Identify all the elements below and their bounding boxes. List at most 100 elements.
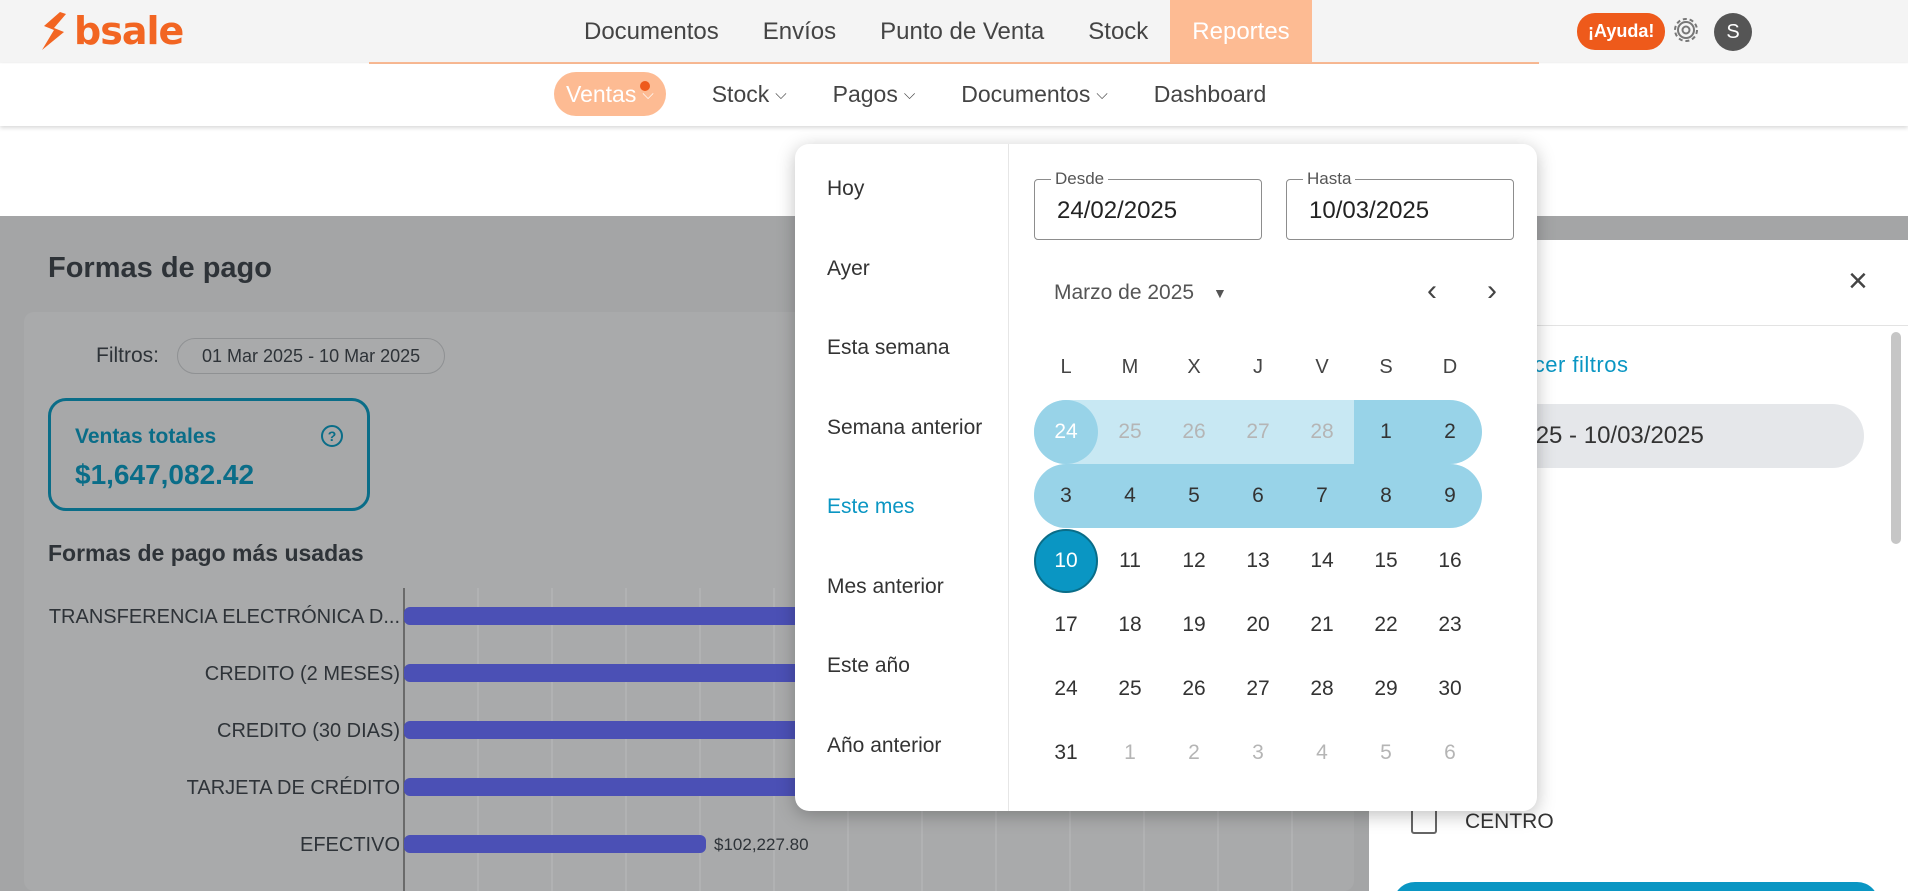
preset-este-mes[interactable]: Este mes: [827, 495, 915, 519]
reset-filters-link[interactable]: ecer filtros: [1521, 352, 1628, 378]
calendar-day[interactable]: 21: [1290, 593, 1354, 657]
centro-checkbox[interactable]: [1411, 808, 1437, 834]
brand-name: bsale: [74, 9, 184, 53]
kpi-value: $1,647,082.42: [75, 459, 255, 490]
subnav-dashboard-label: Dashboard: [1153, 80, 1267, 107]
chart-bar[interactable]: [404, 607, 804, 625]
calendar-day[interactable]: 28: [1290, 400, 1354, 464]
date-range-picker: Hoy Ayer Esta semana Semana anterior Est…: [795, 144, 1537, 811]
calendar-day[interactable]: 6: [1418, 721, 1482, 785]
chevron-left-icon[interactable]: ‹: [1427, 274, 1437, 308]
apply-filters-button[interactable]: [1393, 882, 1879, 891]
nav-reportes[interactable]: Reportes: [1170, 0, 1312, 63]
chart-title: Formas de pago más usadas: [48, 540, 364, 566]
calendar-day[interactable]: 22: [1354, 593, 1418, 657]
calendar-day[interactable]: 27: [1226, 400, 1290, 464]
filters-label: Filtros:: [96, 344, 159, 367]
calendar-day[interactable]: 8: [1354, 464, 1418, 528]
subnav-documentos[interactable]: Documentos ⌵: [961, 72, 1108, 116]
calendar-day[interactable]: 30: [1418, 657, 1482, 721]
subnav-dashboard[interactable]: Dashboard: [1154, 72, 1267, 116]
calendar-day[interactable]: 7: [1290, 464, 1354, 528]
chart-bar[interactable]: [404, 721, 804, 739]
preset-mes-anterior[interactable]: Mes anterior: [827, 575, 944, 599]
nav-punto-de-venta[interactable]: Punto de Venta: [858, 0, 1066, 63]
calendar-day[interactable]: 18: [1098, 593, 1162, 657]
subnav-pagos[interactable]: Pagos ⌵: [833, 72, 916, 116]
month-selector[interactable]: Marzo de 2025: [1054, 281, 1194, 305]
calendar-day[interactable]: 1: [1098, 721, 1162, 785]
nav-documentos[interactable]: Documentos: [562, 0, 741, 63]
calendar-day[interactable]: 3: [1226, 721, 1290, 785]
calendar-day[interactable]: 31: [1034, 721, 1098, 785]
chart-data-label: $102,227.80: [714, 835, 809, 854]
calendar-day[interactable]: 26: [1162, 657, 1226, 721]
calendar-day[interactable]: 2: [1162, 721, 1226, 785]
chart-category-label: TRANSFERENCIA ELECTRÓNICA D...: [49, 605, 400, 628]
calendar-day[interactable]: 17: [1034, 593, 1098, 657]
calendar-day[interactable]: 27: [1226, 657, 1290, 721]
scrollbar-thumb[interactable]: [1891, 332, 1901, 544]
calendar-day[interactable]: 4: [1098, 464, 1162, 528]
help-button[interactable]: ¡Ayuda!: [1577, 13, 1666, 50]
scrollbar[interactable]: [1888, 332, 1904, 847]
calendar-day[interactable]: 29: [1354, 657, 1418, 721]
weekday-header: V: [1315, 356, 1329, 378]
calendar-day[interactable]: 23: [1418, 593, 1482, 657]
calendar-day[interactable]: 9: [1418, 464, 1482, 528]
nav-stock[interactable]: Stock: [1066, 0, 1170, 63]
calendar-day[interactable]: 24: [1034, 400, 1098, 464]
calendar-day[interactable]: 4: [1290, 721, 1354, 785]
calendar-day[interactable]: 13: [1226, 529, 1290, 593]
calendar-day[interactable]: 10: [1034, 529, 1098, 593]
weekday-header: L: [1060, 356, 1072, 378]
help-icon[interactable]: ?: [321, 425, 343, 447]
gear-icon[interactable]: [1669, 13, 1703, 47]
calendar-day[interactable]: 1: [1354, 400, 1418, 464]
kpi-label: Ventas totales: [75, 425, 217, 448]
calendar-day[interactable]: 26: [1162, 400, 1226, 464]
calendar-day[interactable]: 25: [1098, 400, 1162, 464]
chevron-right-icon[interactable]: ›: [1487, 274, 1497, 308]
filter-chip[interactable]: 01 Mar 2025 - 10 Mar 2025: [177, 338, 446, 374]
calendar-day[interactable]: 11: [1098, 529, 1162, 593]
calendar-day[interactable]: 16: [1418, 529, 1482, 593]
calendar-day[interactable]: 5: [1354, 721, 1418, 785]
chart-bar[interactable]: [404, 778, 804, 796]
calendar-day[interactable]: 2: [1418, 400, 1482, 464]
calendar-day[interactable]: 15: [1354, 529, 1418, 593]
chart-bar[interactable]: [404, 664, 804, 682]
kpi-total-sales: Ventas totales ? $1,647,082.42: [48, 398, 370, 511]
avatar[interactable]: S: [1714, 13, 1752, 51]
bsale-logo[interactable]: bsale: [38, 9, 184, 53]
nav-envios[interactable]: Envíos: [741, 0, 858, 63]
preset-ano-anterior[interactable]: Año anterior: [827, 734, 941, 758]
subnav-ventas[interactable]: Ventas ⌵: [554, 72, 666, 116]
calendar-day[interactable]: 6: [1226, 464, 1290, 528]
calendar-day[interactable]: 5: [1162, 464, 1226, 528]
preset-ayer[interactable]: Ayer: [827, 257, 870, 281]
preset-esta-semana[interactable]: Esta semana: [827, 336, 950, 360]
calendar-day[interactable]: 12: [1162, 529, 1226, 593]
calendar-day[interactable]: 24: [1034, 657, 1098, 721]
calendar-day[interactable]: 20: [1226, 593, 1290, 657]
calendar-day[interactable]: 25: [1098, 657, 1162, 721]
preset-hoy[interactable]: Hoy: [827, 177, 864, 201]
main-nav: Documentos Envíos Punto de Venta Stock R…: [562, 0, 1312, 63]
date-to-field[interactable]: Hasta 10/03/2025: [1286, 169, 1514, 240]
calendar-day[interactable]: 28: [1290, 657, 1354, 721]
date-range-field[interactable]: 2025 - 10/03/2025: [1489, 404, 1864, 468]
preset-este-ano[interactable]: Este año: [827, 654, 910, 678]
caret-down-icon[interactable]: ▼: [1213, 285, 1227, 301]
subnav-stock[interactable]: Stock ⌵: [712, 72, 787, 116]
preset-semana-anterior[interactable]: Semana anterior: [827, 416, 982, 440]
close-icon[interactable]: ×: [1848, 262, 1868, 301]
chart-bar[interactable]: [404, 835, 706, 853]
chevron-down-icon: ⌵: [903, 85, 916, 103]
preset-list: Hoy Ayer Esta semana Semana anterior Est…: [795, 144, 1009, 811]
date-from-field[interactable]: Desde 24/02/2025: [1034, 169, 1262, 240]
calendar-day[interactable]: 14: [1290, 529, 1354, 593]
calendar-day[interactable]: 3: [1034, 464, 1098, 528]
weekday-header: S: [1379, 356, 1393, 378]
calendar-day[interactable]: 19: [1162, 593, 1226, 657]
